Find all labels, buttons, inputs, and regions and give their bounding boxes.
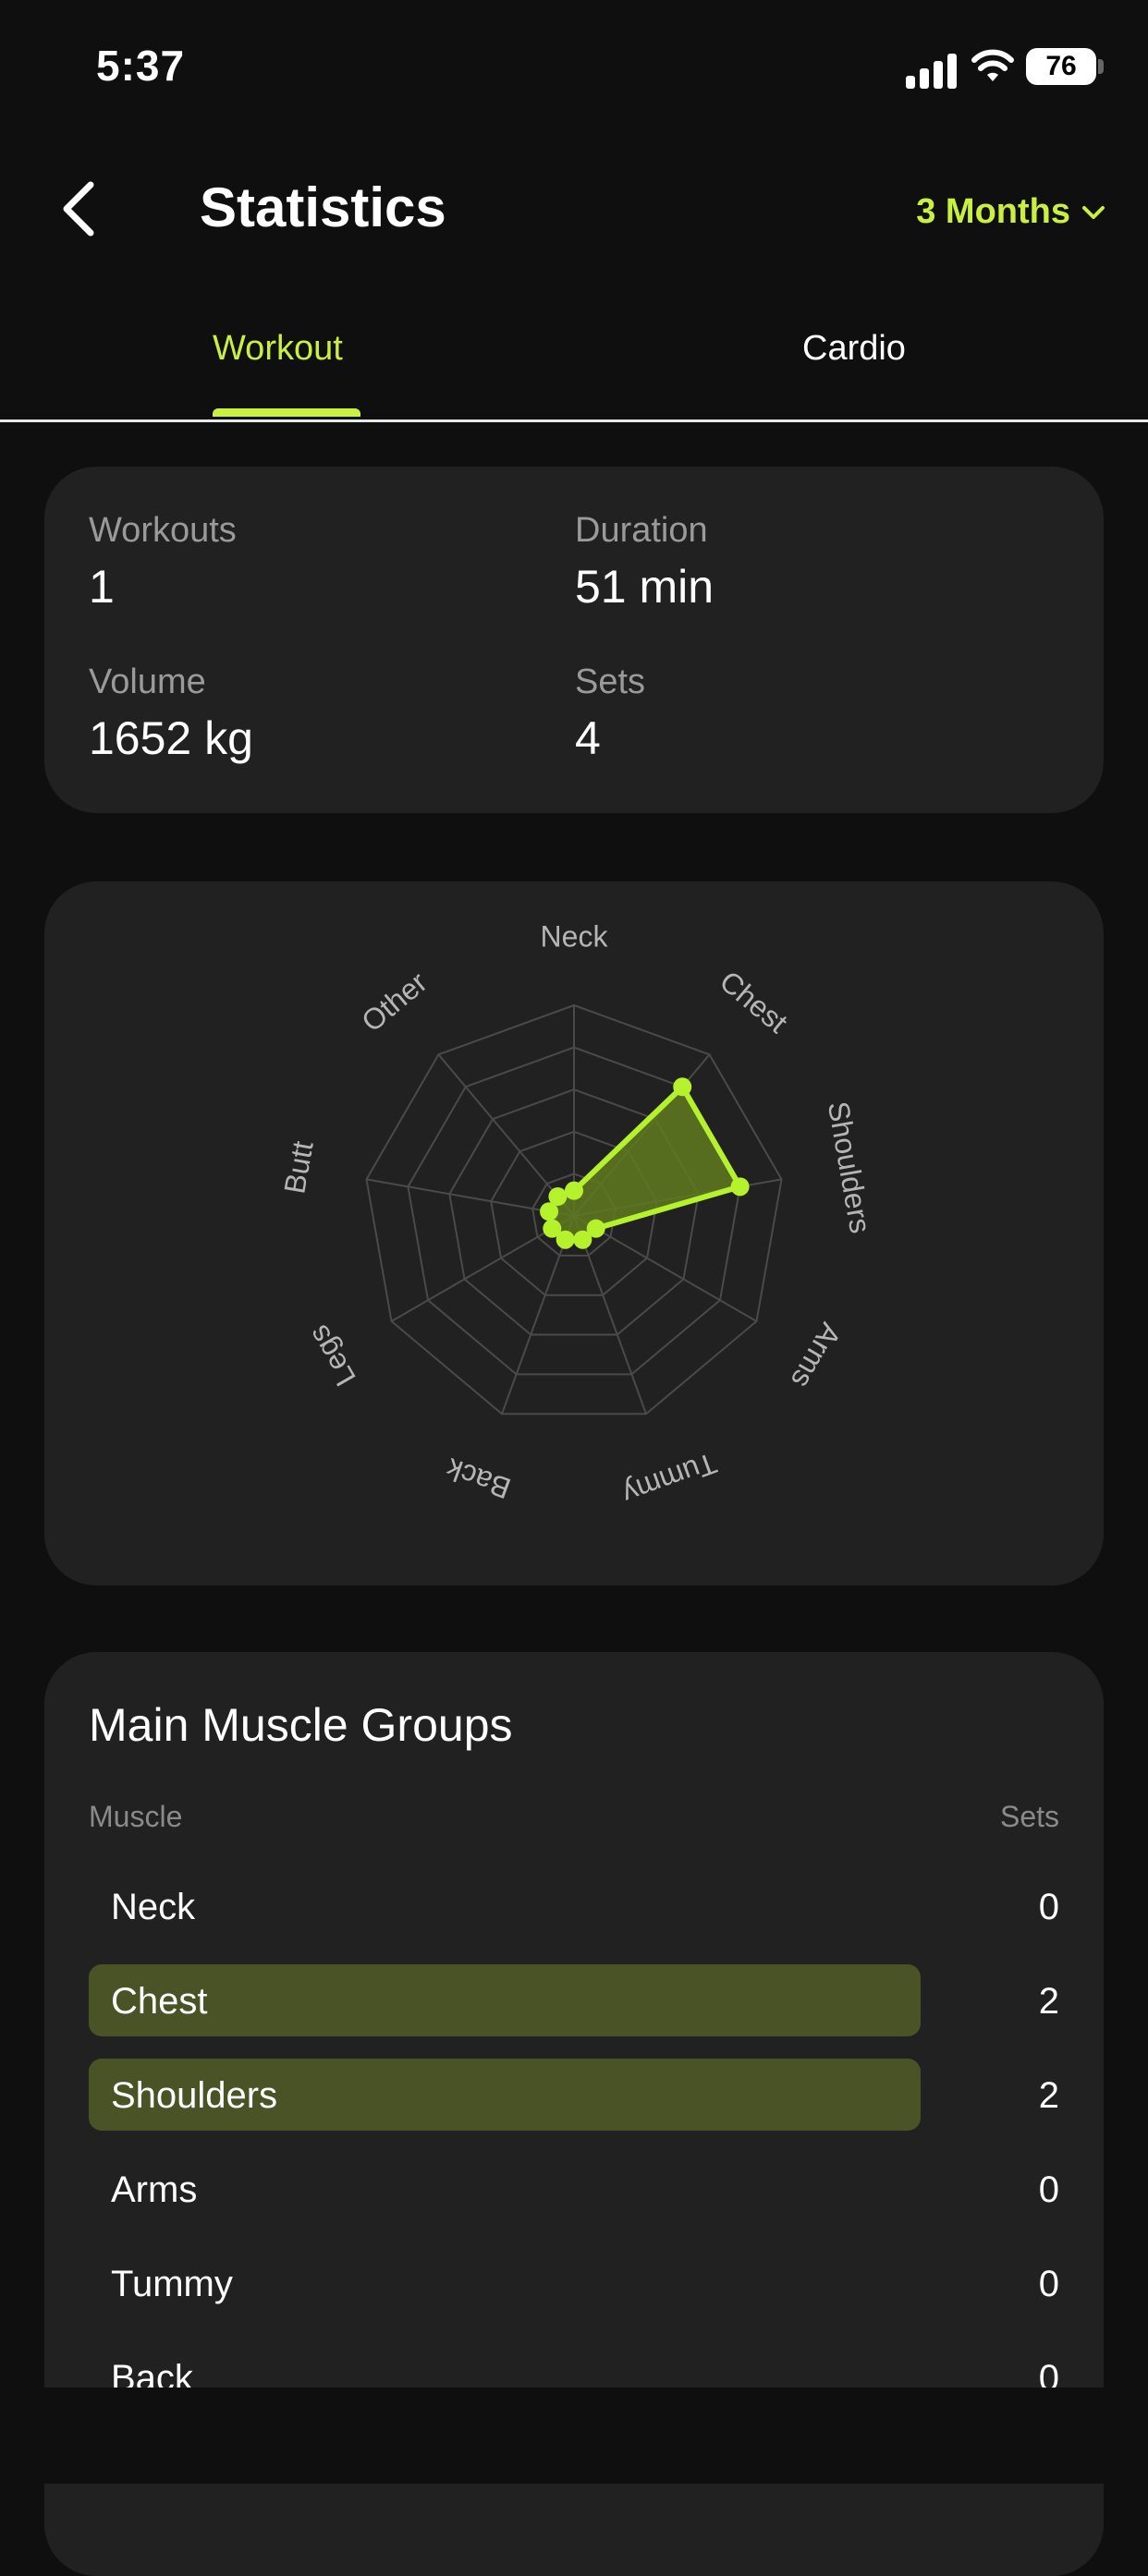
stat-sets: Sets 4: [575, 662, 645, 765]
time-range-dropdown[interactable]: 3 Months: [916, 192, 1105, 232]
stat-label: Workouts: [89, 511, 237, 550]
stat-volume: Volume 1652 kg: [89, 662, 253, 765]
stat-value: 1: [89, 561, 115, 613]
radar-data-area: [546, 1084, 743, 1243]
time-range-label: 3 Months: [916, 192, 1070, 231]
stat-label: Sets: [575, 662, 646, 701]
stat-value: 51 min: [575, 561, 714, 613]
radar-axis-label: Chest: [714, 965, 794, 1039]
chevron-left-icon: [63, 181, 94, 237]
muscle-sets: 2: [1038, 2075, 1059, 2116]
muscle-sets: 0: [1038, 1887, 1059, 1927]
tab-cardio[interactable]: Cardio: [802, 329, 906, 369]
wifi-icon: [971, 49, 1014, 81]
muscle-sets: 2: [1038, 1981, 1059, 2022]
status-bar: 5:37 76: [0, 0, 1148, 139]
muscle-row-shoulders: Shoulders 2: [89, 2059, 1059, 2131]
column-header-muscle: Muscle: [89, 1800, 183, 1833]
stat-label: Duration: [575, 511, 708, 550]
stat-value: 4: [575, 712, 601, 764]
active-tab-indicator: [213, 408, 360, 417]
radar-data-point: [543, 1219, 562, 1238]
column-header-sets: Sets: [999, 1800, 1059, 1833]
summary-card: Workouts 1 Duration 51 min Volume 1652 k…: [44, 467, 1104, 813]
radar-axis-label: Butt: [277, 1138, 319, 1196]
battery-tip: [1098, 59, 1104, 74]
radar-axis-label: Other: [355, 966, 434, 1039]
radar-axis-label: Neck: [541, 919, 609, 953]
radar-axis-label: Back: [441, 1452, 515, 1506]
radar-data-point: [548, 1187, 568, 1207]
muscle-sets: 0: [1038, 2264, 1059, 2304]
tab-bar: Workout Cardio: [0, 305, 1148, 422]
radar-chart: Neck Chest Shoulders Arms Tummy Back Legs Butt O…: [277, 919, 877, 1511]
nav-header: Statistics 3 Months: [0, 157, 1148, 268]
stat-workouts: Workouts 1: [89, 511, 237, 614]
radar-axis-label: Arms: [785, 1318, 849, 1394]
muscle-row-neck: Neck 0: [89, 1870, 1059, 1942]
muscle-name: Arms: [111, 2169, 198, 2210]
radar-data-point: [573, 1230, 592, 1249]
page-title: Statistics: [200, 176, 446, 238]
bottom-overlay: [0, 2388, 1148, 2484]
radar-axis-label: Legs: [301, 1319, 362, 1391]
stat-value: 1652 kg: [89, 712, 253, 764]
stat-label: Volume: [89, 662, 206, 701]
muscle-name: Shoulders: [111, 2075, 278, 2116]
cellular-signal-icon: [906, 52, 958, 89]
radar-data-point: [730, 1177, 750, 1197]
stat-duration: Duration 51 min: [575, 511, 714, 614]
muscle-name: Tummy: [111, 2264, 233, 2304]
muscle-bar: [89, 1964, 921, 2036]
tab-workout[interactable]: Workout: [213, 329, 343, 369]
muscle-name: Chest: [111, 1981, 208, 2022]
muscle-row-tummy: Tummy 0: [89, 2247, 1059, 2319]
radar-axis-label: Shoulders: [822, 1099, 877, 1235]
muscle-row-arms: Arms 0: [89, 2153, 1059, 2225]
back-button[interactable]: [52, 176, 107, 242]
status-time: 5:37: [96, 42, 186, 90]
muscle-name: Neck: [111, 1887, 196, 1927]
muscle-groups-title: Main Muscle Groups: [89, 1699, 513, 1751]
muscle-row-chest: Chest 2: [89, 1964, 1059, 2036]
battery-indicator: 76: [1026, 48, 1096, 85]
chevron-down-icon: [1082, 205, 1105, 219]
muscle-sets: 0: [1038, 2169, 1059, 2210]
radar-data-point: [565, 1181, 583, 1200]
radar-data-point: [673, 1077, 692, 1097]
radar-axis-label: Tummy: [618, 1446, 721, 1511]
radar-chart-card: Neck Chest Shoulders Arms Tummy Back Legs Butt O…: [44, 881, 1104, 1586]
